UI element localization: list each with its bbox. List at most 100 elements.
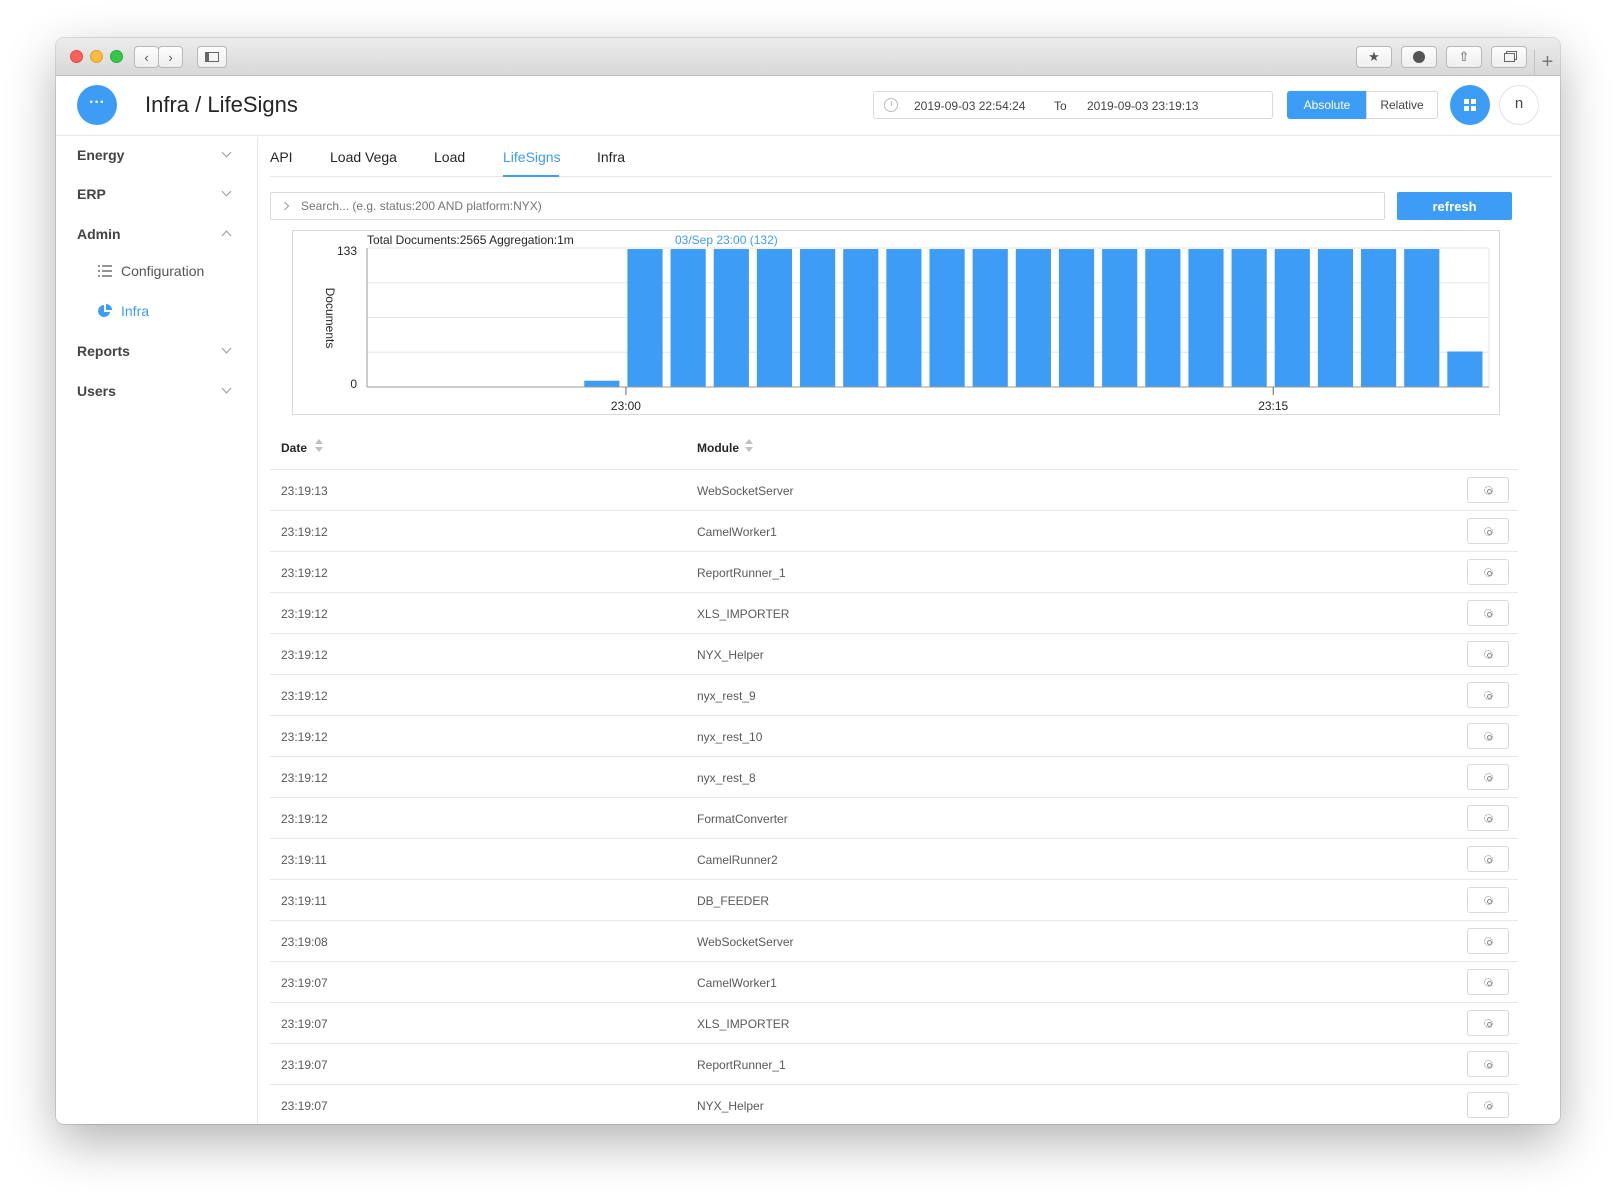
sidebar-group-users[interactable]: Users xyxy=(77,383,116,399)
row-settings-button[interactable] xyxy=(1467,682,1509,708)
cell-date: 23:19:13 xyxy=(281,484,328,498)
column-header-date[interactable]: Date xyxy=(281,441,307,455)
bar-23:04[interactable] xyxy=(800,249,836,387)
sidebar-group-erp[interactable]: ERP xyxy=(77,186,106,202)
table-row: 23:19:13 WebSocketServer xyxy=(270,470,1518,511)
refresh-button[interactable]: refresh xyxy=(1397,192,1512,220)
sidebar: Energy ERP Admin Configuration Infra Rep… xyxy=(56,137,258,1124)
sort-icon[interactable] xyxy=(745,439,753,453)
gear-icon xyxy=(1484,855,1493,864)
row-settings-button[interactable] xyxy=(1467,1092,1509,1118)
bar-23:07[interactable] xyxy=(929,249,965,387)
gear-icon xyxy=(1484,1060,1493,1069)
table-row: 23:19:12 nyx_rest_8 xyxy=(270,757,1518,798)
row-settings-button[interactable] xyxy=(1467,805,1509,831)
downloads-button[interactable] xyxy=(1401,46,1437,68)
row-settings-button[interactable] xyxy=(1467,518,1509,544)
bar-23:11[interactable] xyxy=(1102,249,1138,387)
bar-23:12[interactable] xyxy=(1145,249,1181,387)
row-settings-button[interactable] xyxy=(1467,600,1509,626)
apps-button[interactable] xyxy=(1450,85,1490,125)
sidebar-toggle-button[interactable] xyxy=(197,46,227,68)
bar-23:00[interactable] xyxy=(627,249,663,387)
row-settings-button[interactable] xyxy=(1467,887,1509,913)
row-settings-button[interactable] xyxy=(1467,764,1509,790)
cell-date: 23:19:12 xyxy=(281,525,328,539)
sidebar-item-configuration[interactable]: Configuration xyxy=(97,263,204,279)
gear-icon xyxy=(1484,1101,1493,1110)
bar-23:19[interactable] xyxy=(1447,351,1483,387)
sort-icon[interactable] xyxy=(315,439,323,453)
range-start[interactable]: 2019-09-03 22:54:24 xyxy=(914,99,1025,113)
bar-23:13[interactable] xyxy=(1188,249,1224,387)
y-tick-max: 133 xyxy=(337,244,357,258)
cell-module: CamelRunner2 xyxy=(697,853,778,867)
bar-23:15[interactable] xyxy=(1274,249,1310,387)
absolute-toggle[interactable]: Absolute xyxy=(1287,91,1367,119)
range-end[interactable]: 2019-09-03 23:19:13 xyxy=(1087,99,1198,113)
chevron-down-icon xyxy=(221,383,232,394)
sidebar-group-admin[interactable]: Admin xyxy=(77,226,121,242)
table-row: 23:19:12 ReportRunner_1 xyxy=(270,552,1518,593)
sidebar-group-energy[interactable]: Energy xyxy=(77,147,124,163)
column-header-module[interactable]: Module xyxy=(697,441,739,455)
tab-infra[interactable]: Infra xyxy=(597,149,625,165)
table-row: 23:19:11 CamelRunner2 xyxy=(270,839,1518,880)
bookmark-button[interactable]: ★ xyxy=(1356,46,1392,68)
cell-date: 23:19:07 xyxy=(281,1017,328,1031)
bar-23:14[interactable] xyxy=(1231,249,1267,387)
bar-23:05[interactable] xyxy=(843,249,879,387)
bar-23:17[interactable] xyxy=(1361,249,1397,387)
minimize-window-button[interactable] xyxy=(90,50,103,63)
sidebar-item-infra[interactable]: Infra xyxy=(97,303,149,319)
cell-module: nyx_rest_8 xyxy=(697,771,756,785)
table-row: 23:19:11 DB_FEEDER xyxy=(270,880,1518,921)
tab-lifesigns[interactable]: LifeSigns xyxy=(503,149,561,165)
user-avatar[interactable]: n xyxy=(1499,85,1539,125)
x-tick-label: 23:00 xyxy=(611,399,641,413)
row-settings-button[interactable] xyxy=(1467,559,1509,585)
tab-bar: API Load Vega Load LifeSigns Infra xyxy=(270,137,1552,177)
date-range-picker[interactable]: 2019-09-03 22:54:24 To 2019-09-03 23:19:… xyxy=(873,91,1273,119)
relative-toggle[interactable]: Relative xyxy=(1366,91,1438,119)
cell-date: 23:19:12 xyxy=(281,771,328,785)
sidebar-group-reports[interactable]: Reports xyxy=(77,343,130,359)
row-settings-button[interactable] xyxy=(1467,928,1509,954)
row-settings-button[interactable] xyxy=(1467,477,1509,503)
bar-23:18[interactable] xyxy=(1404,249,1440,387)
lifesigns-table: Date Module 23:19:13 WebSocketServer 23:19… xyxy=(270,427,1518,1124)
bar-23:01[interactable] xyxy=(670,249,706,387)
row-settings-button[interactable] xyxy=(1467,641,1509,667)
chevron-up-icon xyxy=(221,230,232,241)
bar-23:10[interactable] xyxy=(1058,249,1095,387)
row-settings-button[interactable] xyxy=(1467,846,1509,872)
bar-23:03[interactable] xyxy=(756,249,793,387)
row-settings-button[interactable] xyxy=(1467,1010,1509,1036)
range-separator: To xyxy=(1054,99,1067,113)
forward-button[interactable]: › xyxy=(158,46,183,68)
row-settings-button[interactable] xyxy=(1467,969,1509,995)
tab-api[interactable]: API xyxy=(270,149,293,165)
new-tab-button[interactable]: + xyxy=(1534,50,1560,76)
close-window-button[interactable] xyxy=(70,50,83,63)
bar-23:09[interactable] xyxy=(1015,249,1051,387)
main-content: API Load Vega Load LifeSigns Infra refre… xyxy=(258,137,1560,1124)
bar-23:16[interactable] xyxy=(1317,249,1354,387)
zoom-window-button[interactable] xyxy=(110,50,123,63)
table-row: 23:19:07 ReportRunner_1 xyxy=(270,1044,1518,1085)
back-button[interactable]: ‹ xyxy=(134,46,159,68)
chevron-down-icon xyxy=(221,186,232,197)
row-settings-button[interactable] xyxy=(1467,723,1509,749)
bar-23:02[interactable] xyxy=(713,249,749,387)
tab-load[interactable]: Load xyxy=(434,149,465,165)
main-menu-button[interactable]: ··· xyxy=(77,85,117,125)
bar-22:59[interactable] xyxy=(584,380,620,387)
bar-23:08[interactable] xyxy=(972,249,1008,387)
tab-load-vega[interactable]: Load Vega xyxy=(330,149,397,165)
search-input[interactable] xyxy=(270,192,1385,220)
bar-23:06[interactable] xyxy=(886,249,922,387)
download-icon xyxy=(1413,51,1425,63)
share-button[interactable]: ⇧ xyxy=(1446,46,1482,68)
row-settings-button[interactable] xyxy=(1467,1051,1509,1077)
tabs-overview-button[interactable] xyxy=(1491,46,1527,68)
